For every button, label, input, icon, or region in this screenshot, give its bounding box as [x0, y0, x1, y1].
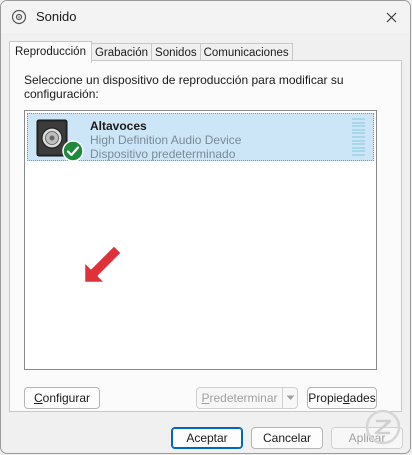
close-icon: [386, 12, 396, 22]
cancel-button[interactable]: Cancelar: [251, 427, 323, 449]
properties-label-prefix: Propie: [308, 391, 343, 405]
configure-button[interactable]: Configurar: [24, 387, 100, 409]
configure-label-rest: onfigurar: [42, 391, 91, 405]
set-default-accel-key: P: [201, 391, 210, 405]
instruction-text: Seleccione un dispositivo de reproducció…: [24, 73, 344, 101]
tab-reproduccion[interactable]: Reproducción: [9, 41, 92, 63]
tab-panel: Seleccione un dispositivo de reproducció…: [9, 60, 402, 412]
window-title: Sonido: [36, 9, 77, 24]
properties-accel-key: d: [342, 391, 350, 405]
speaker-app-icon: [11, 9, 27, 25]
title-bar[interactable]: Sonido: [1, 1, 410, 33]
device-row-altavoces[interactable]: Altavoces High Definition Audio Device D…: [27, 113, 374, 162]
tab-strip: Reproducción Grabación Sonidos Comunicac…: [9, 41, 293, 63]
chevron-down-icon: [286, 395, 294, 400]
accept-button[interactable]: Aceptar: [171, 427, 243, 449]
annotation-arrow-icon: [82, 243, 124, 285]
set-default-label-rest: redeterminar: [209, 391, 278, 405]
device-description: High Definition Audio Device: [90, 133, 242, 147]
device-status: Dispositivo predeterminado: [90, 147, 236, 161]
set-default-split-button[interactable]: Predeterminar: [196, 387, 298, 409]
set-default-dropdown[interactable]: [282, 387, 298, 409]
sound-dialog: Sonido Reproducción Grabación Sonidos Co…: [0, 0, 411, 454]
watermark-logo-icon: [365, 409, 401, 445]
default-check-icon: [62, 140, 84, 162]
volume-level-meter: [352, 118, 365, 156]
properties-button[interactable]: Propie d ades: [307, 387, 377, 409]
set-default-button[interactable]: Predeterminar: [196, 387, 282, 409]
device-name: Altavoces: [90, 119, 147, 133]
device-list[interactable]: Altavoces High Definition Audio Device D…: [24, 110, 377, 370]
close-button[interactable]: [376, 3, 406, 31]
configure-accel-key: C: [33, 391, 43, 405]
properties-label-rest: ades: [349, 391, 376, 405]
